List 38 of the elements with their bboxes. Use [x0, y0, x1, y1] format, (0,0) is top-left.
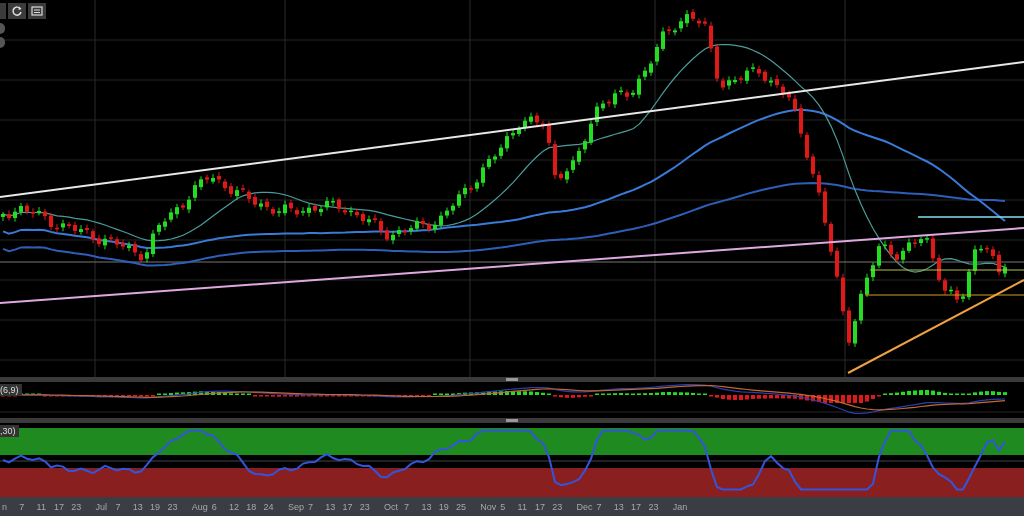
axis-label: 7 — [307, 502, 313, 512]
axis-label: Sep — [287, 502, 304, 512]
axis-label: 13 — [132, 502, 143, 512]
axis-label: 24 — [263, 502, 274, 512]
axis-label: 23 — [648, 502, 659, 512]
axis-label: 23 — [359, 502, 370, 512]
axis-label: 13 — [613, 502, 624, 512]
axis-label: 17 — [534, 502, 545, 512]
axis-label: n — [2, 502, 7, 512]
axis-label: 19 — [438, 502, 449, 512]
axis-label: Jan — [672, 502, 688, 512]
axis-label: 5 — [500, 502, 506, 512]
axis-label: 7 — [19, 502, 25, 512]
axis-label: 7 — [404, 502, 410, 512]
axis-label: Jul — [95, 502, 107, 512]
axis-label: 23 — [71, 502, 82, 512]
axis-label: 17 — [53, 502, 64, 512]
axis-label: 13 — [325, 502, 336, 512]
axis-label: Dec — [576, 502, 593, 512]
axis-label: 17 — [342, 502, 353, 512]
axis-label: 11 — [36, 502, 46, 512]
axis-label: 18 — [246, 502, 257, 512]
axis-label: 23 — [167, 502, 178, 512]
axis-label: 7 — [115, 502, 121, 512]
axis-label: 6 — [211, 502, 217, 512]
axis-label: 17 — [631, 502, 642, 512]
axis-label: 7 — [596, 502, 602, 512]
indicator-label: ,30) — [0, 425, 19, 437]
axis-label: Aug — [191, 502, 208, 512]
axis-label: Oct — [384, 502, 399, 512]
indicator-label: (6,9) — [0, 384, 22, 396]
axis-label: 19 — [150, 502, 161, 512]
axis-label: 11 — [517, 502, 527, 512]
axis-label: 23 — [552, 502, 563, 512]
axis-label: 25 — [456, 502, 466, 512]
axis-label: Nov — [480, 502, 497, 512]
axis-label: 13 — [421, 502, 432, 512]
axis-label: 12 — [229, 502, 239, 512]
